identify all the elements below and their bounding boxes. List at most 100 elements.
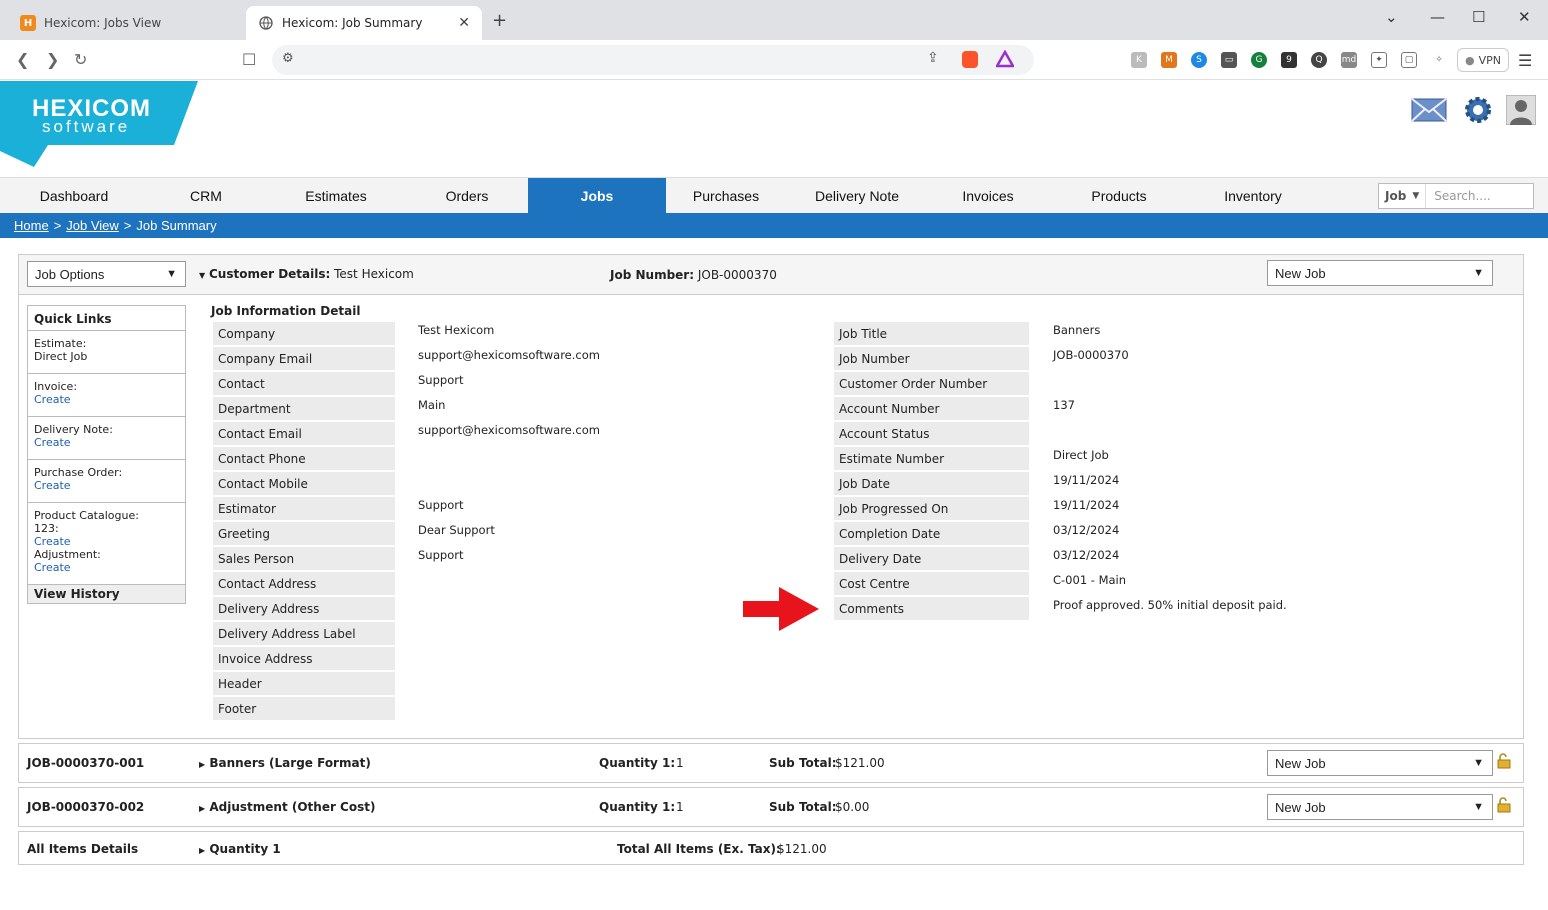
vpn-button[interactable]: ● VPN [1457, 48, 1509, 72]
field-label: Delivery Address Label [213, 622, 395, 645]
ql-delivery-note: Delivery Note: Create [28, 417, 185, 460]
close-window-icon[interactable]: ✕ [1518, 8, 1531, 26]
field-label: Header [213, 672, 395, 695]
job-status-label: New Job [1275, 265, 1326, 281]
item-name-text: Banners (Large Format) [209, 756, 371, 770]
field-label: Account Status [834, 422, 1029, 445]
field-label: Invoice Address [213, 647, 395, 670]
close-tab-icon[interactable]: ✕ [458, 15, 470, 31]
item-code[interactable]: JOB-0000370-002 [27, 800, 144, 814]
ql-adjustment-create-link[interactable]: Create [34, 561, 179, 574]
nav-invoices[interactable]: Invoices [928, 178, 1048, 214]
browser-tab-job-summary[interactable]: Hexicom: Job Summary ✕ [246, 6, 482, 40]
customer-details-value: Test Hexicom [334, 267, 414, 281]
search-type-select[interactable]: Job ▼ [1379, 184, 1427, 208]
totals-quantity[interactable]: ▶ Quantity 1 [199, 842, 281, 856]
tab-search-chevron-icon[interactable]: ⌄ [1385, 8, 1398, 26]
item-status-dropdown[interactable]: New Job ▼ [1267, 750, 1493, 776]
job-status-dropdown[interactable]: New Job ▼ [1267, 260, 1493, 286]
item-name[interactable]: ▶ Banners (Large Format) [199, 756, 371, 770]
item-status-dropdown[interactable]: New Job ▼ [1267, 794, 1493, 820]
minimize-icon[interactable]: — [1430, 8, 1445, 26]
totals-label[interactable]: All Items Details [27, 842, 138, 856]
unlock-icon[interactable] [1497, 753, 1511, 769]
customer-details-label: Customer Details: [208, 267, 331, 281]
site-settings-icon[interactable]: ⚙ [282, 51, 294, 66]
nav-purchases[interactable]: Purchases [666, 178, 786, 214]
nav-dashboard[interactable]: Dashboard [14, 178, 134, 214]
ql-invoice-create-link[interactable]: Create [34, 393, 179, 406]
field-value: Proof approved. 50% initial deposit paid… [1053, 598, 1287, 612]
ql-catalogue-sub: 123: [34, 522, 59, 535]
job-info-title: Job Information Detail [211, 304, 361, 318]
breadcrumb-home[interactable]: Home [14, 218, 49, 233]
extension-icon[interactable]: S [1191, 52, 1207, 68]
tab-title: Hexicom: Jobs View [44, 16, 162, 30]
ql-delivery-create-link[interactable]: Create [34, 436, 179, 449]
extension-icon[interactable]: 9 [1281, 52, 1297, 68]
hexicom-logo[interactable]: HEXICOM software [0, 81, 200, 167]
item-subtotal-label: Sub Total: [769, 800, 837, 814]
nav-crm[interactable]: CRM [146, 178, 266, 214]
nav-inventory[interactable]: Inventory [1193, 178, 1313, 214]
field-value: Support [418, 373, 464, 387]
extension-icon[interactable]: Q [1311, 52, 1327, 68]
extension-icon[interactable]: ▭ [1221, 52, 1237, 68]
logo-subtext: software [42, 117, 131, 136]
breadcrumb-job-view[interactable]: Job View [66, 218, 119, 233]
customer-details[interactable]: ▼ Customer Details: Test Hexicom [199, 267, 414, 281]
field-value: Main [418, 398, 446, 412]
nav-delivery-note[interactable]: Delivery Note [797, 178, 917, 214]
ql-po-create-link[interactable]: Create [34, 479, 179, 492]
reload-icon[interactable]: ↻ [74, 50, 87, 69]
nav-estimates[interactable]: Estimates [276, 178, 396, 214]
metamask-icon[interactable]: M [1161, 52, 1177, 68]
share-icon[interactable]: ⇪ [927, 50, 939, 66]
extension-icon[interactable]: K [1131, 52, 1147, 68]
field-label: Contact Phone [213, 447, 395, 470]
field-label: Sales Person [213, 547, 395, 570]
browser-tab-bar: H Hexicom: Jobs View Hexicom: Job Summar… [0, 0, 1548, 40]
item-code[interactable]: JOB-0000370-001 [27, 756, 144, 770]
extension-icon[interactable]: md [1341, 52, 1357, 68]
totals-row: All Items Details ▶ Quantity 1 Total All… [18, 831, 1524, 865]
ql-catalogue-create-link[interactable]: Create [34, 535, 179, 548]
search-input[interactable]: Search.... [1426, 189, 1490, 203]
forward-icon[interactable]: ❯ [46, 50, 59, 69]
leo-ai-icon[interactable]: ✧ [1431, 52, 1447, 68]
wallet-icon[interactable]: ▢ [1401, 52, 1417, 68]
ql-estimate-label: Estimate: [34, 337, 87, 350]
nav-products[interactable]: Products [1059, 178, 1179, 214]
ql-adjustment-label: Adjustment: [34, 548, 101, 561]
view-history-link[interactable]: View History [28, 585, 185, 603]
brave-rewards-icon[interactable] [994, 49, 1016, 71]
item-name-text: Adjustment (Other Cost) [209, 800, 376, 814]
browser-menu-icon[interactable]: ☰ [1518, 51, 1532, 70]
nav-orders[interactable]: Orders [407, 178, 527, 214]
breadcrumb-separator: > [53, 218, 62, 233]
totals-total-value: $121.00 [777, 842, 827, 856]
back-icon[interactable]: ❮ [16, 50, 29, 69]
browser-tab-jobs-view[interactable]: H Hexicom: Jobs View [8, 6, 244, 40]
address-bar[interactable]: ⚙ ⇪ [272, 45, 1034, 75]
user-avatar-icon[interactable] [1505, 94, 1542, 126]
field-value: Dear Support [418, 523, 495, 537]
field-value: support@hexicomsoftware.com [418, 423, 600, 437]
item-name[interactable]: ▶ Adjustment (Other Cost) [199, 800, 375, 814]
grammarly-icon[interactable]: G [1251, 52, 1267, 68]
maximize-icon[interactable]: ☐ [1472, 8, 1485, 26]
field-value: 137 [1053, 398, 1075, 412]
extensions-puzzle-icon[interactable]: ✦ [1371, 52, 1387, 68]
search-box: Job ▼ Search.... [1378, 183, 1534, 209]
nav-jobs[interactable]: Jobs [528, 178, 666, 214]
brave-shield-icon[interactable] [962, 51, 978, 68]
bookmark-icon[interactable]: ☐ [242, 50, 256, 69]
ql-product-catalogue: Product Catalogue: 123: Create Adjustmen… [28, 503, 185, 585]
field-label: Estimator [213, 497, 395, 520]
new-tab-icon[interactable]: + [492, 10, 507, 31]
settings-gear-icon[interactable] [1462, 95, 1498, 125]
field-label: Estimate Number [834, 447, 1029, 470]
unlock-icon[interactable] [1497, 797, 1511, 813]
mail-icon[interactable] [1411, 95, 1447, 125]
job-options-dropdown[interactable]: Job Options ▼ [27, 261, 186, 287]
